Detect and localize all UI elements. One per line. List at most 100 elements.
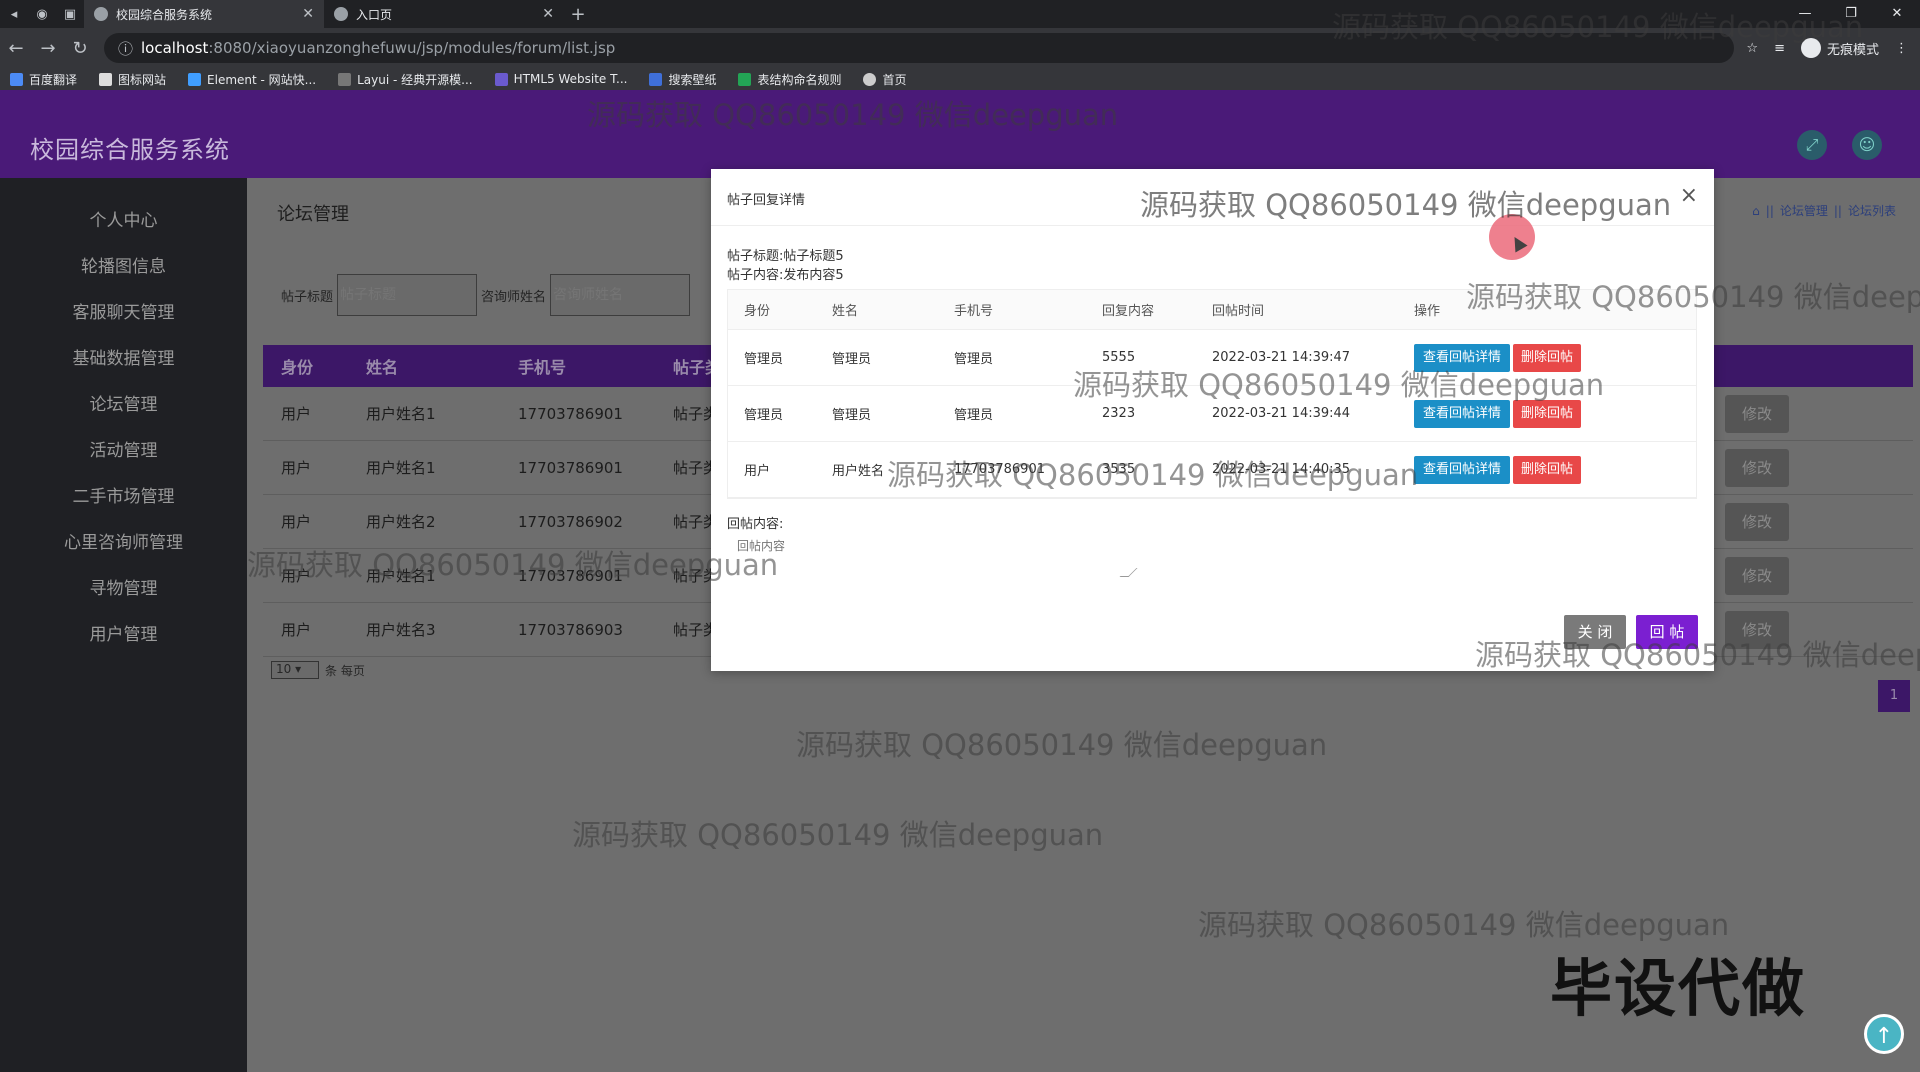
bookmark-label: 搜索壁纸 [668,72,717,87]
cell-content: 2323 [1102,406,1136,421]
breadcrumb-list[interactable]: 论坛列表 [1848,202,1896,219]
app-title: 校园综合服务系统 [30,136,230,164]
window-close-icon[interactable]: ✕ [1874,0,1920,28]
reply-content-input[interactable] [733,533,1135,579]
bookmark-item[interactable]: 搜索壁纸 [649,71,716,88]
watermark: 源码获取 QQ86050149 微信deepguan [887,458,1419,492]
bookmark-label: 百度翻译 [29,72,78,87]
cell-role: 用户 [281,621,312,639]
cell-role: 用户 [281,513,312,531]
user-avatar-icon[interactable]: ☺ [1852,130,1882,160]
title-search-input[interactable] [337,274,478,316]
column-header: 手机号 [518,358,567,377]
page-number-button[interactable]: 1 [1878,680,1910,712]
bookmark-item[interactable]: HTML5 Website T... [494,72,628,86]
tab-close-icon[interactable]: ✕ [542,6,554,22]
cell-phone: 17703786901 [518,458,623,477]
watermark: 源码获取 QQ86050149 微信deepguan [247,548,779,582]
column-header: 姓名 [832,304,859,319]
post-title: 帖子标题:帖子标题5 [727,249,844,264]
edit-button[interactable]: 修改 [1725,448,1789,487]
search-label-counselor: 咨询师姓名 [481,289,547,305]
tab-label: 校园综合服务系统 [116,7,213,22]
sidebar-item-chat[interactable]: 客服聊天管理 [0,290,247,336]
modal-close-icon[interactable]: × [1680,183,1698,208]
column-header: 身份 [281,358,314,377]
sidebar-item-activity[interactable]: 活动管理 [0,428,247,474]
url-path: :8080/xiaoyuanzonghefuwu/jsp/modules/for… [208,39,616,57]
sidebar-item-forum[interactable]: 论坛管理 [0,382,247,428]
edit-button[interactable]: 修改 [1725,556,1789,595]
cell-name: 用户姓名2 [366,513,436,531]
bookmark-item[interactable]: 首页 [863,71,907,88]
sidebar-item-market[interactable]: 二手市场管理 [0,474,247,520]
edit-button[interactable]: 修改 [1725,394,1789,433]
cell-phone: 17703786902 [518,512,623,531]
cell-phone: 管理员 [954,352,994,367]
page-title: 论坛管理 [277,204,349,225]
sidebar-item-carousel[interactable]: 轮播图信息 [0,244,247,290]
bookmark-label: 表结构命名规则 [757,72,842,87]
sidebar-item-lost-found[interactable]: 寻物管理 [0,566,247,612]
column-header: 姓名 [366,358,399,377]
reply-content-label: 回帖内容: [727,517,784,532]
bookmark-icon [338,72,352,86]
home-icon[interactable]: ⌂ [1752,204,1760,218]
cell-actions: 查看回帖详情 删除回帖 [1408,455,1696,484]
bookmark-item[interactable]: 表结构命名规则 [738,71,841,88]
sidebar-item-counselor[interactable]: 心里咨询师管理 [0,520,247,566]
bookmark-item[interactable]: 图标网站 [99,71,166,88]
cell-role: 管理员 [744,408,784,423]
watermark: 源码获取 QQ86050149 微信deepguan [587,98,1119,132]
bookmark-icon [649,72,663,86]
sidebar-item-users[interactable]: 用户管理 [0,612,247,658]
page-size-select[interactable]: 10 ▾ [271,661,319,679]
modal-title: 帖子回复详情 [727,193,806,208]
bookmark-item[interactable]: Element - 网站快... [188,71,316,88]
menu-icon[interactable]: ⋮ [1895,41,1908,56]
counselor-search-input[interactable] [550,274,691,316]
watermark: 源码获取 QQ86050149 微信deepguan [572,818,1104,852]
back-icon[interactable]: ← [0,38,32,59]
sidebar-item-base-data[interactable]: 基础数据管理 [0,336,247,382]
cell-name: 用户姓名1 [366,405,436,423]
search-row: 帖子标题 咨询师姓名 [281,274,691,316]
column-header: 回复内容 [1102,304,1155,319]
cell-name: 用户姓名1 [366,459,436,477]
scroll-top-icon[interactable]: ↑ [1864,1014,1904,1054]
bookmark-label: HTML5 Website T... [513,72,628,86]
promo-stamp: 毕设代做 [1550,952,1807,1025]
cell-phone: 管理员 [954,408,994,423]
forward-icon[interactable]: → [32,38,64,59]
tab-entry-page[interactable]: 入口页 ✕ [324,0,564,28]
sidebar: 个人中心 轮播图信息 客服聊天管理 基础数据管理 论坛管理 活动管理 二手市场管… [0,178,247,1072]
bookmark-label: 图标网站 [118,72,167,87]
watermark: 源码获取 QQ86050149 微信deepguan [1475,638,1920,672]
tab-search-icon[interactable]: ◂ [0,7,28,22]
bookmark-icon [10,72,23,86]
tab-campus-system[interactable]: 校园综合服务系统 ✕ [84,0,324,28]
delete-reply-button[interactable]: 删除回帖 [1513,455,1582,484]
bookmark-icon [188,72,202,86]
fullscreen-icon[interactable]: ⤢ [1797,130,1827,160]
tab-label: 入口页 [356,7,393,22]
breadcrumb: ⌂ || 论坛管理 || 论坛列表 [1752,202,1896,219]
url-host: localhost [141,39,209,57]
edit-button[interactable]: 修改 [1725,502,1789,541]
sidebar-item-personal-center[interactable]: 个人中心 [0,198,247,244]
reload-icon[interactable]: ↻ [64,38,96,59]
modal-divider [711,225,1714,226]
cell-time: 2022-03-21 14:39:44 [1212,406,1351,421]
tab-close-icon[interactable]: ✕ [302,6,314,22]
view-reply-button[interactable]: 查看回帖详情 [1414,455,1511,484]
bookmark-label: 首页 [882,72,907,87]
new-tab-icon[interactable]: + [564,4,592,25]
bookmarks-bar: 百度翻译 图标网站 Element - 网站快... Layui - 经典开源模… [0,68,1920,90]
bookmark-item[interactable]: Layui - 经典开源模... [338,71,473,88]
column-header: 身份 [744,304,771,319]
browser-icon: ◉ [36,6,48,22]
page-size-label: 条 每页 [325,663,365,678]
bookmark-label: Element - 网站快... [207,72,317,87]
breadcrumb-forum[interactable]: 论坛管理 [1780,202,1828,219]
bookmark-item[interactable]: 百度翻译 [10,71,77,88]
